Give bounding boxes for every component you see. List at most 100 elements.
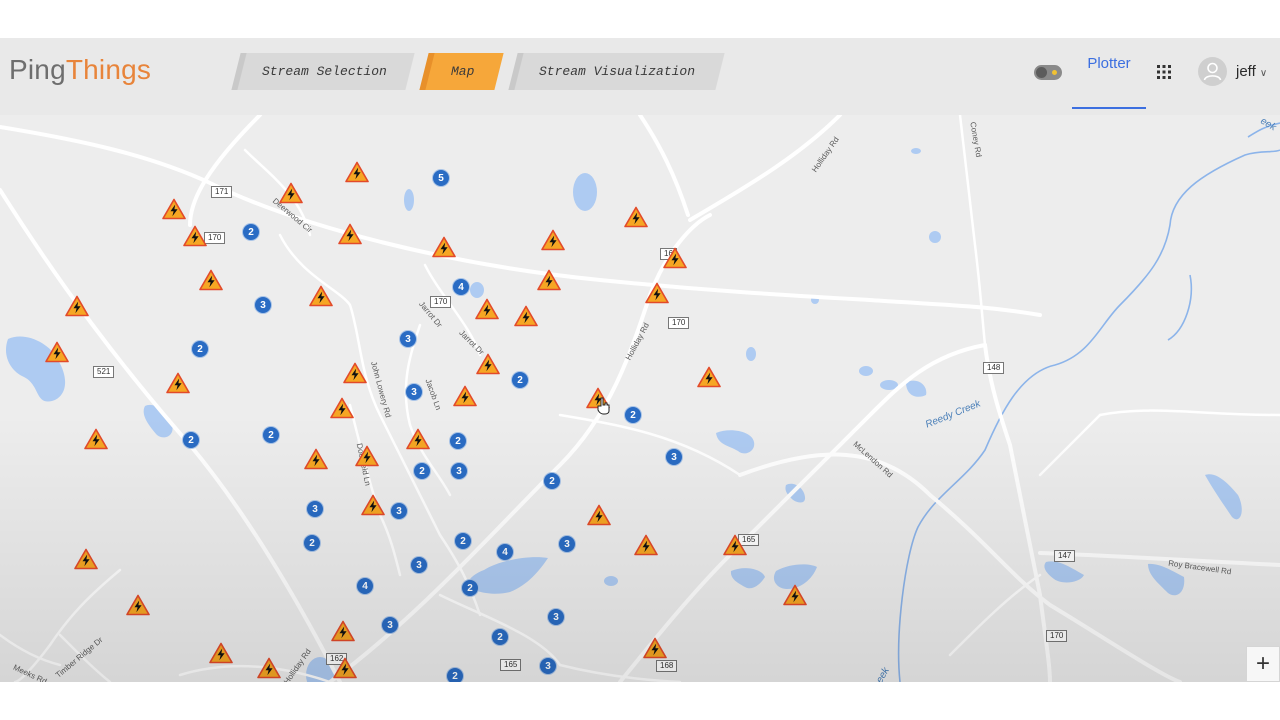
warning-marker-icon[interactable] [330,397,354,419]
cluster-marker[interactable]: 2 [303,534,321,552]
warning-marker-icon[interactable] [783,584,807,606]
warning-marker-icon[interactable] [645,282,669,304]
warning-marker-icon[interactable] [643,637,667,659]
cluster-marker[interactable]: 3 [410,556,428,574]
warning-marker-icon[interactable] [309,285,333,307]
cluster-marker[interactable]: 4 [496,543,514,561]
warning-marker-icon[interactable] [45,341,69,363]
route-shield: 170 [1046,630,1068,642]
warning-marker-icon[interactable] [537,269,561,291]
user-menu[interactable]: jeff ∨ [1236,63,1267,80]
tab-map-label: Map [450,64,475,79]
tab-stream-visualization[interactable]: Stream Visualization [508,53,725,90]
warning-marker-icon[interactable] [199,269,223,291]
cluster-marker[interactable]: 2 [262,426,280,444]
warning-marker-icon[interactable] [634,534,658,556]
warning-marker-icon[interactable] [723,534,747,556]
map-canvas[interactable]: 171 170 170 170 16 521 165 147 148 170 1… [0,115,1280,682]
route-shield: 170 [204,232,226,244]
warning-marker-icon[interactable] [166,372,190,394]
warning-marker-icon[interactable] [355,445,379,467]
cluster-marker[interactable]: 5 [432,169,450,187]
top-header: PingThings Stream Selection Map Stream V… [0,38,1280,115]
warning-marker-icon[interactable] [406,428,430,450]
warning-marker-icon[interactable] [65,295,89,317]
cluster-marker[interactable]: 2 [182,431,200,449]
route-shield: 165 [500,659,522,671]
warning-marker-icon[interactable] [624,206,648,228]
warning-marker-icon[interactable] [475,298,499,320]
warning-marker-icon[interactable] [84,428,108,450]
warning-marker-icon[interactable] [514,305,538,327]
warning-marker-icon[interactable] [432,236,456,258]
cluster-marker[interactable]: 2 [413,462,431,480]
warning-marker-icon[interactable] [74,548,98,570]
plotter-link[interactable]: Plotter [1072,54,1146,109]
cluster-marker[interactable]: 4 [356,577,374,595]
cluster-marker[interactable]: 3 [665,448,683,466]
cluster-marker[interactable]: 2 [491,628,509,646]
user-avatar[interactable] [1198,57,1227,86]
warning-marker-icon[interactable] [587,504,611,526]
tab-edge [231,53,247,90]
cluster-marker[interactable]: 2 [242,223,260,241]
theme-toggle[interactable] [1034,65,1062,80]
warning-marker-icon[interactable] [304,448,328,470]
cluster-marker[interactable]: 3 [450,462,468,480]
cluster-marker[interactable]: 2 [191,340,209,358]
logo-part1: Ping [9,54,66,85]
cluster-marker[interactable]: 2 [449,432,467,450]
tab-edge [419,53,435,90]
warning-marker-icon[interactable] [541,229,565,251]
user-name: jeff [1236,63,1256,80]
warning-marker-icon[interactable] [162,198,186,220]
cluster-marker[interactable]: 3 [547,608,565,626]
cluster-marker[interactable]: 2 [543,472,561,490]
toggle-indicator [1052,70,1057,75]
cluster-marker[interactable]: 3 [558,535,576,553]
warning-marker-icon[interactable] [126,594,150,616]
warning-marker-icon[interactable] [453,385,477,407]
cluster-marker[interactable]: 3 [539,657,557,675]
tab-stream-selection[interactable]: Stream Selection [231,53,415,90]
plotter-label: Plotter [1087,55,1131,72]
warning-marker-icon[interactable] [476,353,500,375]
cluster-marker[interactable]: 3 [390,502,408,520]
warning-marker-icon[interactable] [209,642,233,664]
cluster-marker[interactable]: 2 [511,371,529,389]
warning-marker-icon[interactable] [183,225,207,247]
cluster-marker[interactable]: 3 [399,330,417,348]
route-shield: 148 [983,362,1005,374]
cluster-marker[interactable]: 3 [381,616,399,634]
warning-marker-icon[interactable] [257,657,281,679]
warning-marker-icon[interactable] [697,366,721,388]
tab-stream-selection-label: Stream Selection [261,64,387,79]
cluster-marker[interactable]: 4 [452,278,470,296]
zoom-in-button[interactable]: + [1246,646,1280,682]
pingthings-logo[interactable]: PingThings [9,54,151,86]
warning-marker-icon[interactable] [338,223,362,245]
route-shield: 521 [93,366,115,378]
warning-marker-icon[interactable] [345,161,369,183]
warning-marker-icon[interactable] [331,620,355,642]
warning-marker-icon[interactable] [343,362,367,384]
cluster-marker[interactable]: 2 [461,579,479,597]
app-window: PingThings Stream Selection Map Stream V… [0,38,1280,682]
tab-map[interactable]: Map [419,53,504,90]
warning-marker-icon[interactable] [586,387,610,409]
warning-marker-icon[interactable] [279,182,303,204]
cluster-marker[interactable]: 2 [624,406,642,424]
route-shield: 171 [211,186,233,198]
warning-marker-icon[interactable] [663,247,687,269]
cluster-marker[interactable]: 3 [306,500,324,518]
logo-part2: Things [65,54,152,85]
warning-marker-icon[interactable] [333,657,357,679]
route-shield: 170 [430,296,452,308]
cluster-marker[interactable]: 2 [446,667,464,682]
cluster-marker[interactable]: 3 [405,383,423,401]
cluster-marker[interactable]: 2 [454,532,472,550]
route-shield: 168 [656,660,678,672]
warning-marker-icon[interactable] [361,494,385,516]
apps-grid-icon[interactable] [1156,64,1172,80]
cluster-marker[interactable]: 3 [254,296,272,314]
